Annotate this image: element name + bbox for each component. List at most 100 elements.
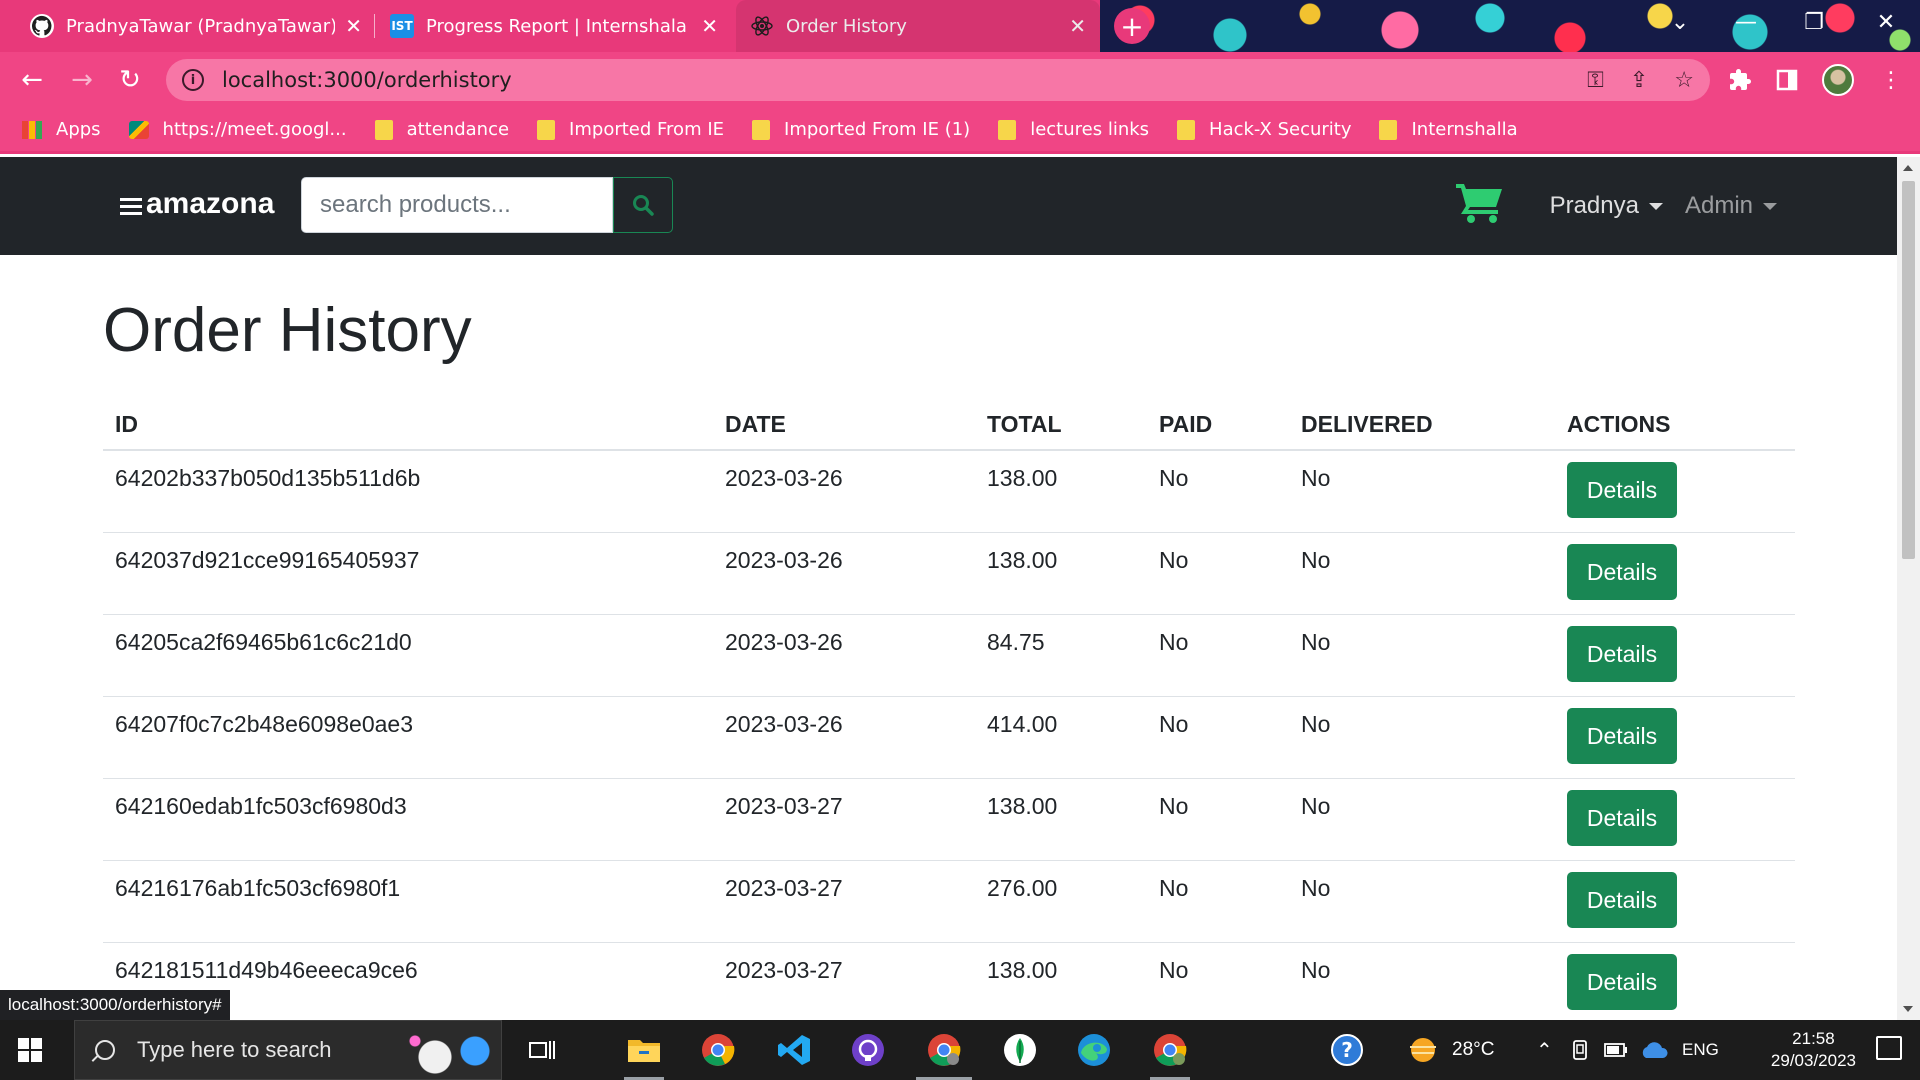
browser-tab-strip: PradnyaTawar (PradnyaTawar) / R ✕ IST Pr… [0,0,1920,52]
file-explorer-icon[interactable] [624,1030,664,1080]
scrollbar-thumb[interactable] [1902,181,1915,559]
status-bar-url: localhost:3000/orderhistory# [0,990,230,1020]
notification-center-icon[interactable] [1876,1036,1902,1060]
scroll-up-icon[interactable] [1903,165,1913,171]
minimize-icon[interactable]: — [1716,0,1776,44]
scroll-down-icon[interactable] [1903,1006,1913,1012]
chrome-profile-icon[interactable] [1150,1030,1190,1080]
bookmark-imported-ie[interactable]: Imported From IE [537,119,724,140]
bookmark-hack-x-security[interactable]: Hack-X Security [1177,119,1351,140]
details-button[interactable]: Details [1567,953,1677,1010]
taskbar-search-box[interactable]: Type here to search [74,1020,502,1080]
details-button[interactable]: Details [1567,462,1677,518]
close-tab-icon[interactable]: ✕ [701,14,718,38]
address-bar[interactable]: i localhost:3000/orderhistory ⚿ ⇪ ☆ [166,59,1710,101]
weather-sun-icon [1410,1038,1436,1062]
order-date: 2023-03-26 [713,532,975,615]
cart-link[interactable] [1455,182,1504,231]
order-id: 64205ca2f69465b61c6c21d0 [103,614,713,697]
details-button[interactable]: Details [1567,707,1677,764]
tab-internshala[interactable]: IST Progress Report | Internshala Trai ✕ [376,0,732,52]
profile-avatar[interactable] [1822,62,1854,98]
details-button[interactable]: Details [1567,871,1677,928]
order-paid: No [1147,778,1289,861]
help-icon[interactable]: ? [1330,1020,1364,1080]
task-view-icon[interactable] [522,1030,562,1070]
admin-menu-dropdown[interactable]: Admin [1685,192,1777,220]
taskbar-clock[interactable]: 21:58 29/03/2023 [1771,1028,1856,1072]
order-total: 138.00 [975,778,1147,861]
user-menu-dropdown[interactable]: Pradnya [1550,192,1663,220]
windows-taskbar: Type here to search ? 28°C ⌃ ENG 21:58 2… [0,1020,1920,1080]
table-row: 64207f0c7c2b48e6098e0ae3 2023-03-26 414.… [103,696,1795,779]
tab-order-history[interactable]: Order History ✕ [736,0,1100,52]
hamburger-menu-icon[interactable] [120,198,142,216]
close-tab-icon[interactable]: ✕ [1069,14,1086,38]
internshala-icon: IST [390,14,414,38]
caret-down-icon [1648,202,1663,210]
weather-temperature: 28°C [1452,1039,1495,1060]
bookmark-attendance[interactable]: attendance [374,119,509,140]
new-tab-button[interactable]: + [1114,8,1150,44]
bookmark-lectures-links[interactable]: lectures links [998,119,1149,140]
close-window-icon[interactable]: ✕ [1856,0,1916,44]
chrome-active-icon[interactable] [916,1030,972,1080]
close-tab-icon[interactable]: ✕ [345,14,362,38]
shopping-cart-icon [1455,183,1502,223]
onedrive-icon[interactable] [1638,1020,1668,1080]
bookmark-imported-ie-1[interactable]: Imported From IE (1) [752,119,970,140]
chrome-icon[interactable] [698,1030,738,1070]
details-button[interactable]: Details [1567,789,1677,846]
battery-icon[interactable] [1604,1020,1628,1080]
table-row: 64205ca2f69465b61c6c21d0 2023-03-26 84.7… [103,614,1795,697]
side-panel-icon[interactable] [1776,62,1798,98]
order-date: 2023-03-27 [713,778,975,861]
order-date: 2023-03-26 [713,450,975,533]
windows-start-icon[interactable] [18,1038,42,1062]
device-icon[interactable] [1570,1020,1590,1080]
order-date: 2023-03-27 [713,860,975,943]
bookmark-meet[interactable]: https://meet.googl... [128,119,347,140]
search-button[interactable] [613,177,673,233]
forward-arrow-icon[interactable]: → [64,62,100,98]
column-header-delivered: DELIVERED [1289,399,1555,451]
search-highlight-icon [395,1027,495,1077]
edge-icon[interactable] [1074,1030,1114,1070]
folder-icon [537,119,556,140]
details-button[interactable]: Details [1567,543,1677,600]
mongodb-compass-icon[interactable] [1000,1030,1040,1070]
reload-icon[interactable]: ↻ [112,62,148,98]
page-scrollbar[interactable] [1897,157,1920,1020]
meet-icon [128,120,149,139]
restore-icon[interactable]: ❐ [1784,0,1844,44]
bookmark-apps[interactable]: Apps [22,119,101,140]
folder-icon [752,119,771,140]
key-icon[interactable]: ⚿ [1587,68,1604,93]
react-icon [750,14,774,38]
show-hidden-icons[interactable]: ⌃ [1536,1020,1553,1080]
tab-search-icon[interactable]: ⌄ [1650,0,1710,44]
tab-title: PradnyaTawar (PradnyaTawar) / R [66,15,336,37]
order-total: 138.00 [975,942,1147,1020]
order-paid: No [1147,696,1289,779]
details-button[interactable]: Details [1567,625,1677,682]
bookmark-internshalla[interactable]: Internshalla [1379,119,1518,140]
brand-link[interactable]: amazona [120,187,274,221]
tab-github[interactable]: PradnyaTawar (PradnyaTawar) / R ✕ [16,0,376,52]
order-id: 642037d921cce99165405937 [103,532,713,615]
table-header-row: ID DATE TOTAL PAID DELIVERED ACTIONS [103,399,1795,451]
weather-widget[interactable]: 28°C [1406,1020,1494,1080]
vscode-icon[interactable] [774,1030,814,1070]
site-info-icon[interactable]: i [182,69,204,91]
brand-name: amazona [146,187,275,220]
github-desktop-icon[interactable] [848,1030,888,1070]
table-row: 642181511d49b46eeeca9ce6 2023-03-27 138.… [103,942,1795,1020]
star-icon[interactable]: ☆ [1674,68,1694,93]
order-delivered: No [1289,942,1555,1020]
back-arrow-icon[interactable]: ← [14,62,50,98]
extensions-icon[interactable] [1728,62,1752,98]
search-input[interactable] [301,177,613,233]
language-indicator[interactable]: ENG [1682,1020,1719,1080]
menu-kebab-icon[interactable]: ⋮ [1880,62,1902,98]
share-icon[interactable]: ⇪ [1630,68,1648,93]
